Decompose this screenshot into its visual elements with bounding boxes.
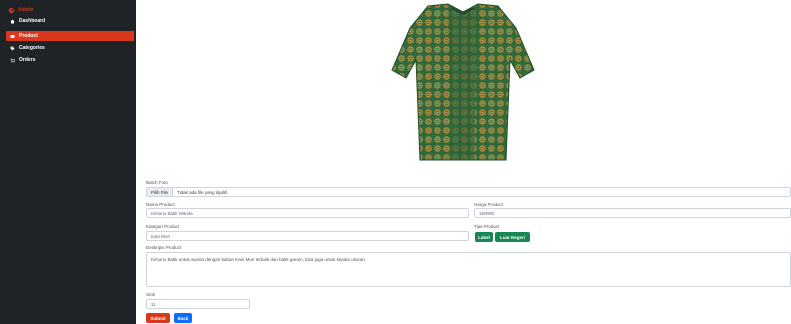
sidebar-item-categories[interactable]: Categories <box>6 43 134 53</box>
sidebar-item-dashboard[interactable]: Dashboard <box>6 16 134 26</box>
sidebar-item-label: Categories <box>19 45 45 51</box>
submit-button[interactable]: Submit <box>146 313 170 323</box>
photo-label: Batch Foto <box>146 180 168 185</box>
price-field[interactable]: 150000 <box>474 208 791 218</box>
dashboard-icon <box>10 19 15 24</box>
choose-file-button[interactable]: Pilih File <box>147 188 174 196</box>
brand[interactable]: Admin <box>9 6 34 14</box>
price-label: Harga Product <box>474 202 504 207</box>
category-label: Kategori Product <box>146 224 180 229</box>
product-icon <box>10 34 15 39</box>
product-image <box>388 0 538 165</box>
name-field[interactable]: Kimono Batik Wanita <box>146 208 469 218</box>
brand-label: Admin <box>18 7 34 13</box>
sidebar-item-label: Product <box>19 33 38 39</box>
brand-logo-icon <box>9 7 14 13</box>
sidebar-item-orders[interactable]: Orders <box>6 55 134 65</box>
file-input[interactable]: Pilih File Tidak ada file yang dipilih <box>146 187 791 197</box>
sidebar-item-label: Orders <box>19 57 36 63</box>
sidebar-item-product[interactable]: Product <box>6 31 134 41</box>
type-label: Tipe Product <box>474 224 500 229</box>
tag-icon <box>10 46 15 51</box>
type-option-local-button[interactable]: Label <box>475 232 493 242</box>
description-label: Deskripsi Product <box>146 245 182 250</box>
description-textarea[interactable]: Kimono Batik untuk wanita dengan bahan K… <box>146 252 791 287</box>
stock-label: Stok <box>146 292 156 297</box>
file-status: Tidak ada file yang dipilih <box>177 189 228 195</box>
sidebar: Admin Dashboard Product Categories Order… <box>0 0 136 324</box>
kimono-illustration <box>391 3 535 161</box>
type-option-foreign-button[interactable]: Luar Negeri <box>495 232 530 242</box>
category-field[interactable]: Kain Mori <box>146 231 469 241</box>
sidebar-item-label: Dashboard <box>19 18 46 24</box>
stock-field[interactable]: 11 <box>146 299 250 309</box>
cart-icon <box>10 58 15 63</box>
name-label: Nama Product <box>146 202 175 207</box>
back-button[interactable]: Back <box>174 313 192 323</box>
